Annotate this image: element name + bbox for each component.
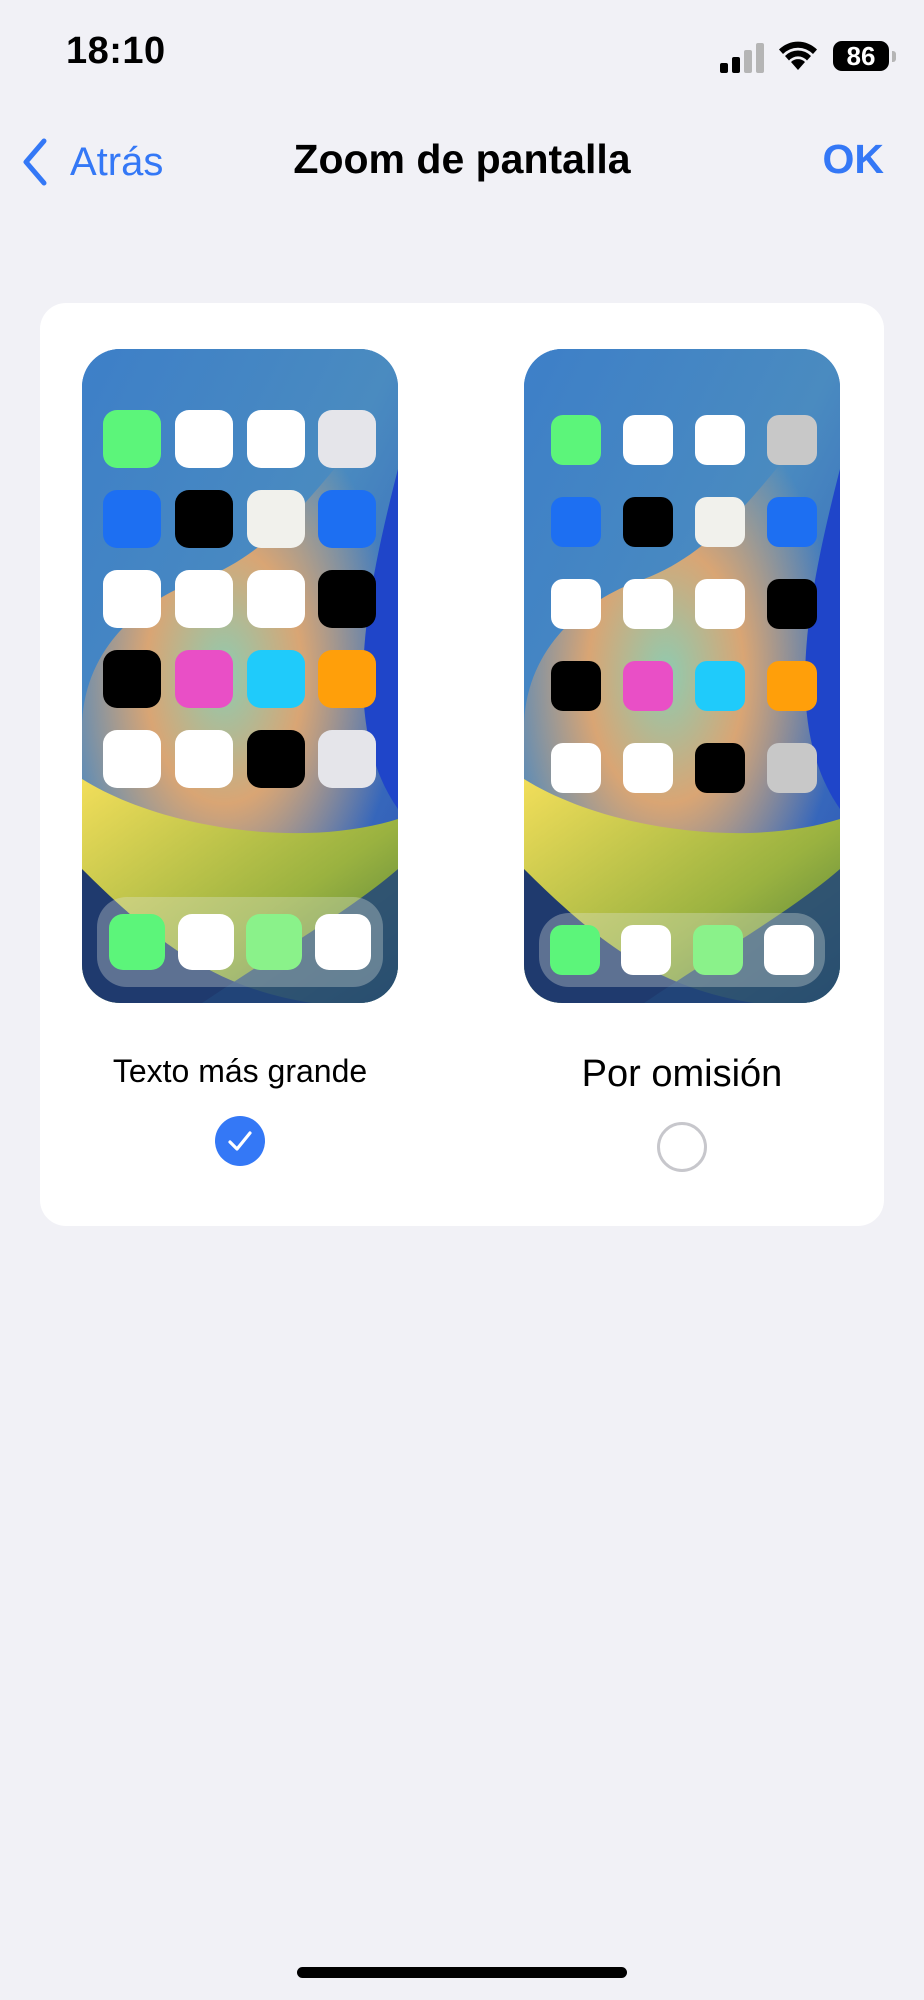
selected-checkmark[interactable] bbox=[215, 1116, 265, 1166]
dock-app-icon bbox=[621, 925, 672, 975]
battery-level: 86 bbox=[846, 41, 876, 71]
option-larger-text[interactable]: Texto más grande bbox=[82, 349, 398, 1166]
app-icon bbox=[623, 415, 673, 465]
app-icon bbox=[174, 490, 233, 548]
app-icon bbox=[623, 743, 673, 793]
app-icon-grid bbox=[551, 415, 817, 793]
app-icon bbox=[318, 650, 377, 708]
option-default[interactable]: Por omisión bbox=[524, 349, 840, 1172]
app-icon bbox=[767, 743, 817, 793]
app-icon bbox=[246, 490, 305, 548]
app-icon bbox=[695, 661, 745, 711]
dock-app-icon bbox=[692, 925, 743, 975]
display-zoom-screen: 18:10 86 Atrás Zoom de pantalla OK Texto… bbox=[0, 0, 924, 2000]
app-icon bbox=[318, 730, 377, 788]
app-icon bbox=[551, 743, 601, 793]
unselected-radio[interactable] bbox=[657, 1122, 707, 1172]
app-icon bbox=[174, 410, 233, 468]
battery-icon: 86 bbox=[833, 41, 889, 71]
larger-text-preview bbox=[82, 349, 398, 1003]
dock-app-icon bbox=[550, 925, 600, 975]
zoom-options-card: Texto más grande Por omisión bbox=[40, 303, 884, 1226]
app-icon bbox=[103, 410, 161, 468]
app-icon bbox=[695, 415, 745, 465]
app-icon bbox=[551, 579, 601, 629]
app-icon bbox=[767, 415, 817, 465]
app-icon bbox=[551, 415, 601, 465]
app-icon bbox=[623, 497, 673, 547]
app-icon bbox=[246, 410, 305, 468]
app-icon bbox=[174, 730, 233, 788]
app-icon bbox=[767, 579, 817, 629]
app-icon bbox=[551, 497, 601, 547]
dock-app-icon bbox=[246, 914, 303, 970]
app-dock bbox=[539, 913, 825, 987]
status-time: 18:10 bbox=[66, 30, 166, 72]
app-icon bbox=[767, 661, 817, 711]
app-icon bbox=[695, 579, 745, 629]
battery-cap bbox=[892, 51, 896, 62]
app-icon bbox=[103, 650, 161, 708]
app-icon bbox=[174, 570, 233, 628]
dock-app-icon bbox=[763, 925, 814, 975]
option-label-larger-text: Texto más grande bbox=[112, 1053, 368, 1089]
dock-app-icon bbox=[177, 914, 234, 970]
app-icon bbox=[103, 730, 161, 788]
default-preview bbox=[524, 349, 840, 1003]
app-icon bbox=[246, 650, 305, 708]
app-icon bbox=[103, 570, 161, 628]
option-label-default: Por omisión bbox=[581, 1053, 783, 1095]
app-icon bbox=[318, 410, 377, 468]
app-icon bbox=[695, 743, 745, 793]
app-icon bbox=[318, 490, 377, 548]
app-icon-grid bbox=[103, 410, 377, 788]
dock-app-icon bbox=[109, 914, 165, 970]
cellular-signal-icon bbox=[720, 43, 764, 73]
wifi-icon bbox=[779, 41, 817, 70]
app-icon bbox=[246, 570, 305, 628]
app-icon bbox=[551, 661, 601, 711]
app-icon bbox=[246, 730, 305, 788]
app-icon bbox=[103, 490, 161, 548]
checkmark-icon bbox=[228, 1131, 252, 1151]
app-icon bbox=[318, 570, 377, 628]
page-title: Zoom de pantalla bbox=[293, 136, 631, 182]
app-icon bbox=[767, 497, 817, 547]
app-icon bbox=[623, 579, 673, 629]
app-icon bbox=[623, 661, 673, 711]
app-icon bbox=[174, 650, 233, 708]
app-dock bbox=[97, 897, 383, 987]
done-button[interactable]: OK bbox=[823, 136, 885, 183]
app-icon bbox=[695, 497, 745, 547]
dock-app-icon bbox=[314, 914, 371, 970]
home-indicator bbox=[297, 1967, 627, 1978]
